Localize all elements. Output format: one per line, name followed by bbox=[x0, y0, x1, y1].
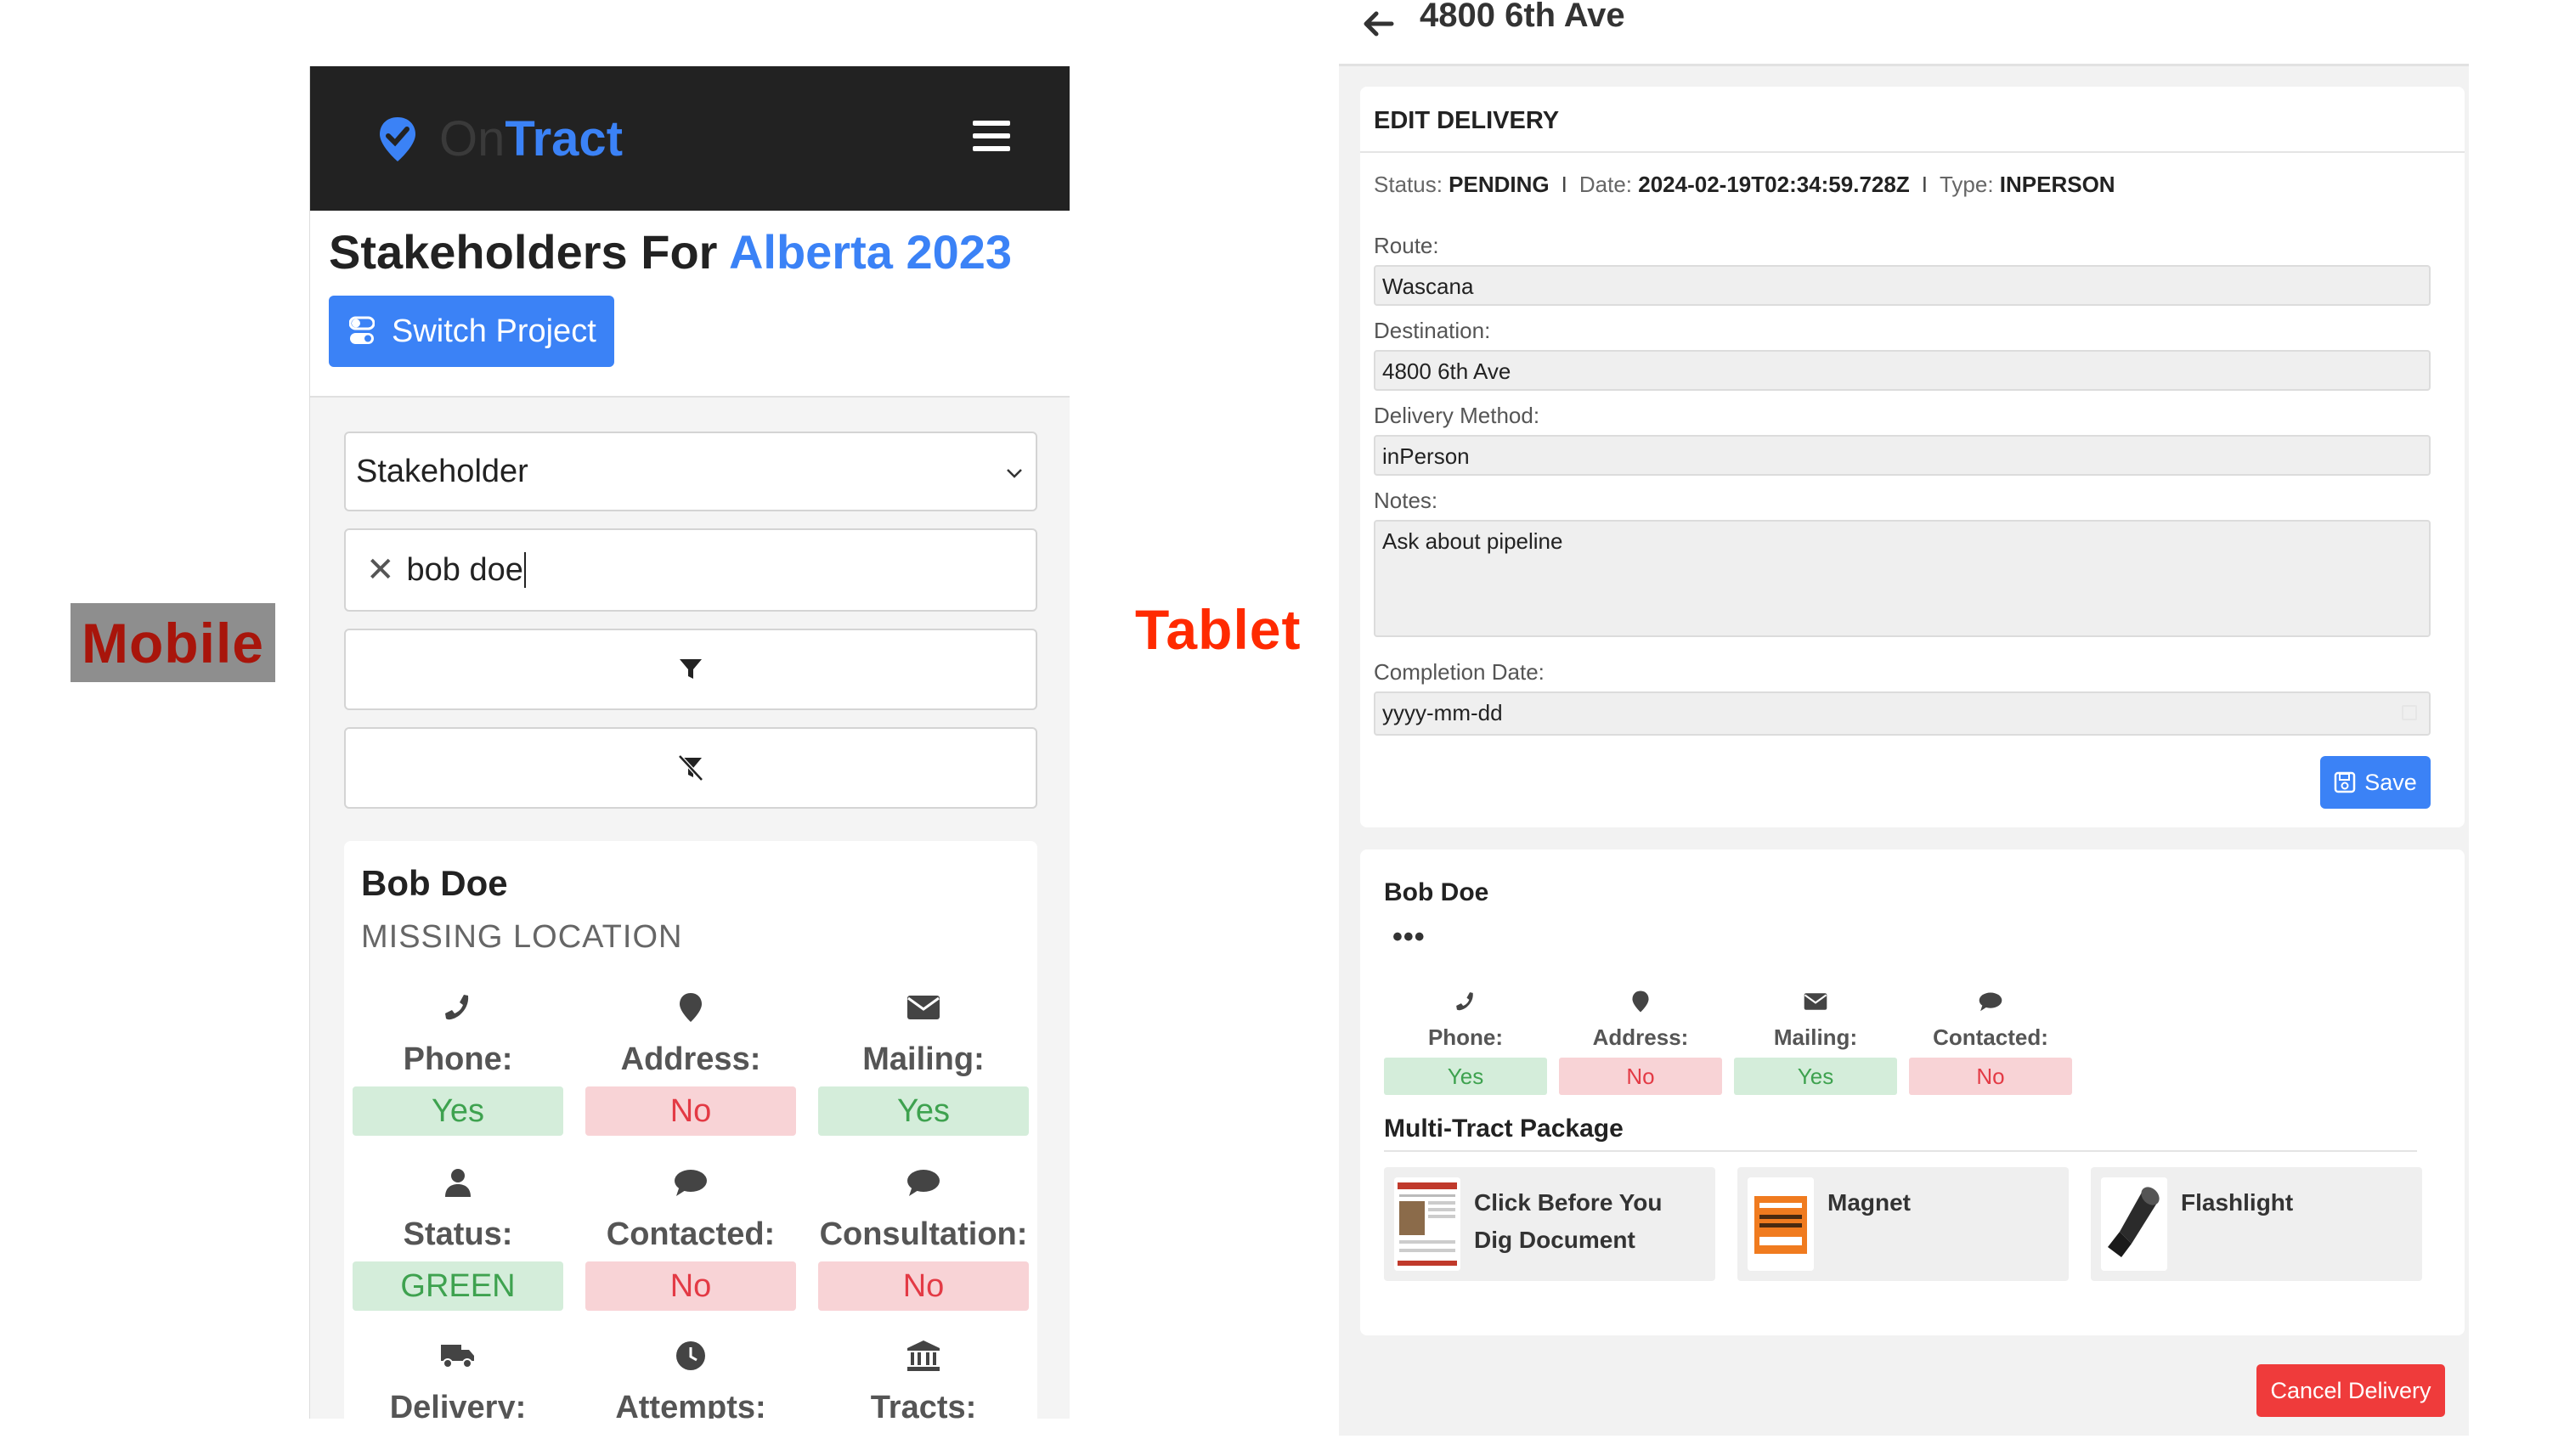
stakeholder-name: Bob Doe bbox=[1384, 878, 1489, 906]
hamburger-icon[interactable] bbox=[973, 121, 1010, 151]
mobile-label: Mobile bbox=[71, 603, 275, 682]
package-item-name: Flashlight bbox=[2181, 1189, 2294, 1216]
bottom-bar bbox=[1339, 1436, 2469, 1444]
address-status: No bbox=[1559, 1058, 1722, 1095]
status-value: PENDING bbox=[1449, 172, 1550, 197]
search-input[interactable]: ✕ bob doe bbox=[344, 528, 1037, 612]
map-marker-icon bbox=[680, 993, 702, 1022]
text-cursor bbox=[523, 552, 526, 588]
document-thumbnail bbox=[1394, 1177, 1460, 1271]
tracts-field: Tracts: bbox=[818, 1334, 1029, 1419]
edit-delivery-card: EDIT DELIVERY Status: PENDING I Date: 2024… bbox=[1360, 87, 2465, 827]
consultation-field: Consultation: No bbox=[818, 1160, 1029, 1311]
more-options-icon[interactable]: ••• bbox=[1392, 921, 1426, 954]
phone-status: Yes bbox=[353, 1086, 563, 1136]
route-label: Route: bbox=[1374, 233, 1439, 258]
truck-icon bbox=[441, 1345, 474, 1369]
phone-status: Yes bbox=[1384, 1058, 1547, 1095]
arrow-left-icon[interactable] bbox=[1361, 8, 1395, 39]
stakeholder-card[interactable]: Bob Doe MISSING LOCATION Phone: Yes Addr… bbox=[344, 841, 1037, 1419]
multi-tract-package-title: Multi-Tract Package bbox=[1384, 1115, 2417, 1152]
clear-filter-button[interactable] bbox=[344, 727, 1037, 809]
phone-field: Phone: Yes bbox=[353, 985, 563, 1136]
completion-date-label: Completion Date: bbox=[1374, 659, 1545, 685]
delivery-status-line: Status: PENDING I Date: 2024-02-19T02:34:5… bbox=[1374, 172, 2115, 197]
completion-date-field[interactable]: yyyy-mm-dd bbox=[1374, 691, 2431, 736]
mailing-status: Yes bbox=[818, 1086, 1029, 1136]
page-title: 4800 6th Ave bbox=[1420, 0, 1625, 34]
brand-logo[interactable]: OnTract bbox=[439, 110, 623, 167]
save-icon bbox=[2334, 771, 2356, 793]
clock-icon bbox=[676, 1341, 705, 1370]
flashlight-thumbnail bbox=[2101, 1177, 2167, 1271]
contacted-field: Contacted: No bbox=[1909, 987, 2072, 1095]
mailing-field: Mailing: Yes bbox=[818, 985, 1029, 1136]
mailing-field: Mailing: Yes bbox=[1734, 987, 1897, 1095]
tablet-label: Tablet bbox=[1135, 598, 1302, 661]
logo-icon bbox=[380, 117, 415, 161]
status-field: Status: GREEN bbox=[353, 1160, 563, 1311]
calendar-icon[interactable] bbox=[2402, 705, 2417, 720]
type-value: INPERSON bbox=[1999, 172, 2115, 197]
notes-label: Notes: bbox=[1374, 488, 1438, 513]
mobile-screen: OnTract Stakeholders For Alberta 2023 Sw… bbox=[309, 66, 1070, 1419]
page-title: Stakeholders For Alberta 2023 bbox=[329, 225, 1013, 279]
clear-search-icon[interactable]: ✕ bbox=[366, 550, 395, 590]
status-value: GREEN bbox=[353, 1261, 563, 1311]
phone-icon bbox=[445, 995, 469, 1020]
save-button[interactable]: Save bbox=[2320, 756, 2431, 809]
comment-icon bbox=[1979, 992, 2002, 1012]
package-item-magnet[interactable]: Magnet bbox=[1737, 1167, 2069, 1281]
stakeholder-subtitle: MISSING LOCATION bbox=[361, 919, 683, 955]
package-item-name: Magnet bbox=[1827, 1189, 1911, 1216]
filter-icon bbox=[680, 659, 702, 679]
tablet-screen: 4800 6th Ave EDIT DELIVERY Status: PENDI… bbox=[1339, 0, 2469, 1444]
delivery-method-label: Delivery Method: bbox=[1374, 403, 1540, 428]
filter-button[interactable] bbox=[344, 629, 1037, 710]
user-icon bbox=[445, 1169, 471, 1197]
filter-off-icon bbox=[678, 754, 703, 782]
package-item-document[interactable]: Click Before You Dig Document bbox=[1384, 1167, 1715, 1281]
delivery-field: Delivery: bbox=[353, 1334, 563, 1419]
consultation-status: No bbox=[818, 1261, 1029, 1311]
destination-label: Destination: bbox=[1374, 318, 1491, 343]
address-field: Address: No bbox=[585, 985, 796, 1136]
contacted-status: No bbox=[585, 1261, 796, 1311]
package-item-name: Click Before You Dig Document bbox=[1474, 1189, 1663, 1253]
envelope-icon bbox=[907, 996, 940, 1019]
package-item-flashlight[interactable]: Flashlight bbox=[2091, 1167, 2422, 1281]
notes-textarea[interactable]: Ask about pipeline bbox=[1374, 520, 2431, 637]
mailing-status: Yes bbox=[1734, 1058, 1897, 1095]
toggle-icon bbox=[349, 316, 375, 344]
address-field: Address: No bbox=[1559, 987, 1722, 1095]
destination-field[interactable]: 4800 6th Ave bbox=[1374, 350, 2431, 391]
date-value: 2024-02-19T02:34:59.728Z bbox=[1638, 172, 1910, 197]
chevron-down-icon bbox=[1007, 469, 1022, 478]
switch-project-label: Switch Project bbox=[392, 313, 596, 349]
route-field[interactable]: Wascana bbox=[1374, 265, 2431, 306]
navbar: OnTract bbox=[310, 66, 1070, 211]
comment-icon bbox=[907, 1170, 940, 1196]
attempts-field: Attempts: bbox=[585, 1334, 796, 1419]
phone-field: Phone: Yes bbox=[1384, 987, 1547, 1095]
contacted-field: Contacted: No bbox=[585, 1160, 796, 1311]
top-bar: 4800 6th Ave bbox=[1339, 0, 2469, 66]
magnet-thumbnail bbox=[1748, 1177, 1814, 1271]
stakeholder-select[interactable]: Stakeholder bbox=[344, 432, 1037, 511]
phone-icon bbox=[1456, 992, 1473, 1011]
page-header: Stakeholders For Alberta 2023 Switch Pro… bbox=[310, 211, 1070, 398]
cancel-delivery-button[interactable]: Cancel Delivery bbox=[2256, 1364, 2445, 1417]
switch-project-button[interactable]: Switch Project bbox=[329, 296, 614, 367]
delivery-method-field[interactable]: inPerson bbox=[1374, 435, 2431, 476]
edit-delivery-title: EDIT DELIVERY bbox=[1360, 87, 2465, 153]
envelope-icon bbox=[1804, 993, 1827, 1010]
stakeholder-name: Bob Doe bbox=[361, 863, 508, 903]
address-status: No bbox=[585, 1086, 796, 1136]
contacted-status: No bbox=[1909, 1058, 2072, 1095]
comment-icon bbox=[675, 1170, 707, 1196]
stakeholder-card: Bob Doe ••• Phone: Yes Address: No Maili… bbox=[1360, 849, 2465, 1335]
map-marker-icon bbox=[1632, 990, 1649, 1013]
bank-icon bbox=[907, 1340, 940, 1371]
project-name: Alberta 2023 bbox=[728, 225, 1013, 279]
